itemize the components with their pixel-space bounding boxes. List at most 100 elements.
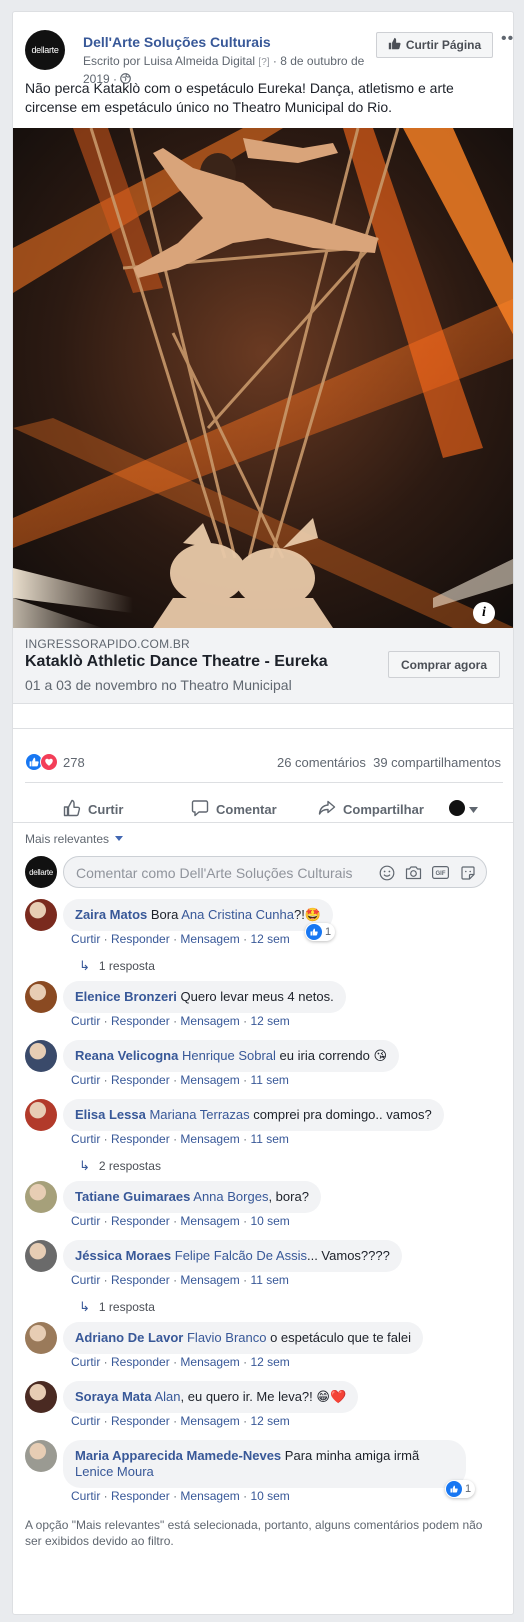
comment-time[interactable]: 10 sem [250,1489,289,1503]
comment-like-link[interactable]: Curtir [71,1014,100,1028]
comment-like-link[interactable]: Curtir [71,1073,100,1087]
comment-message-link[interactable]: Mensagem [180,1214,239,1228]
share-button[interactable]: Compartilhar [318,799,424,820]
gif-icon[interactable]: GIF [432,864,449,881]
commenter-avatar[interactable] [25,1440,57,1472]
comment-time[interactable]: 12 sem [250,1414,289,1428]
page-name-link[interactable]: Dell'Arte Soluções Culturais [83,34,271,50]
comment-time[interactable]: 12 sem [250,1355,289,1369]
comment-time[interactable]: 12 sem [250,932,289,946]
filter-dropdown[interactable]: Mais relevantes [25,832,124,846]
camera-icon[interactable] [405,864,422,881]
comment-like-link[interactable]: Curtir [71,1214,100,1228]
comment-time[interactable]: 11 sem [250,1132,288,1146]
comment-reaction-badge[interactable]: 1 [445,1480,476,1498]
link-title[interactable]: Kataklò Athletic Dance Theatre - Eureka [25,653,328,671]
emoji-icon[interactable] [378,864,395,881]
like-button[interactable]: Curtir [63,799,123,820]
comment-button[interactable]: Comentar [191,799,277,820]
commenter-avatar[interactable] [25,1322,57,1354]
caret-down-icon [112,832,124,846]
comment-reaction-badge[interactable]: 1 [305,923,336,941]
comment-reply-link[interactable]: Responder [111,1014,170,1028]
comment-reply-link[interactable]: Responder [111,1132,170,1146]
comment-tag[interactable]: Anna Borges [193,1189,268,1204]
comment-author[interactable]: Maria Apparecida Mamede-Neves [75,1448,281,1463]
comment-message-link[interactable]: Mensagem [180,1273,239,1287]
comment-message-link[interactable]: Mensagem [180,1132,239,1146]
commenter-avatar[interactable] [25,1099,57,1131]
share-icon [318,799,336,820]
author-line[interactable]: Escrito por Luisa Almeida Digital [83,54,255,68]
comment-author[interactable]: Soraya Mata [75,1389,152,1404]
comment-like-link[interactable]: Curtir [71,1273,100,1287]
post-as-selector[interactable] [449,800,478,816]
comment-author[interactable]: Reana Velicogna [75,1048,178,1063]
comment-tag[interactable]: Ana Cristina Cunha [181,907,294,922]
comment-message-link[interactable]: Mensagem [180,1014,239,1028]
commenter-avatar[interactable] [25,1240,57,1272]
comment-message-link[interactable]: Mensagem [180,1073,239,1087]
comment-reply-link[interactable]: Responder [111,1073,170,1087]
separator: · [100,1273,112,1287]
replies-link[interactable]: ↳ 2 respostas [79,1158,161,1174]
comment-message-link[interactable]: Mensagem [180,1489,239,1503]
comment-author[interactable]: Adriano De Lavor [75,1330,183,1345]
comment-like-link[interactable]: Curtir [71,1355,100,1369]
commenter-avatar[interactable] [25,1040,57,1072]
comment-reply-link[interactable]: Responder [111,1273,170,1287]
comment-tag[interactable]: Flavio Branco [187,1330,266,1345]
comment-author[interactable]: Zaira Matos [75,907,147,922]
post-stats: 26 comentários 39 compartilhamentos [277,755,501,770]
page-avatar-mini [449,800,465,816]
commenter-avatar[interactable] [25,899,57,931]
comment-tag[interactable]: Alan [155,1389,181,1404]
comment-author[interactable]: Tatiane Guimaraes [75,1189,190,1204]
comment-tag[interactable]: Mariana Terrazas [149,1107,249,1122]
commenter-avatar[interactable] [25,981,57,1013]
comment-message-link[interactable]: Mensagem [180,1355,239,1369]
comment-reply-link[interactable]: Responder [111,1489,170,1503]
comment-tag[interactable]: Felipe Falcão De Assis [175,1248,307,1263]
info-icon[interactable]: i [473,602,495,624]
comment-like-link[interactable]: Curtir [71,1132,100,1146]
post-photo[interactable]: i [13,128,513,628]
buy-now-button[interactable]: Comprar agora [388,651,500,678]
reply-arrow-icon: ↳ [79,958,90,973]
commenter-avatar[interactable] [25,1381,57,1413]
comment-reply-link[interactable]: Responder [111,1355,170,1369]
comment-time[interactable]: 12 sem [250,1014,289,1028]
comment-message-link[interactable]: Mensagem [180,932,239,946]
comment-like-link[interactable]: Curtir [71,1414,100,1428]
comment-time[interactable]: 11 sem [250,1073,288,1087]
comment-message-link[interactable]: Mensagem [180,1414,239,1428]
comment-reply-link[interactable]: Responder [111,932,170,946]
like-page-button[interactable]: Curtir Página [376,32,493,58]
comment-text: comprei pra domingo.. vamos? [253,1107,432,1122]
help-mark[interactable]: [?] [258,57,269,68]
reactions-summary[interactable]: 278 [25,753,85,771]
comment-time[interactable]: 11 sem [250,1273,288,1287]
comment-author[interactable]: Jéssica Moraes [75,1248,171,1263]
comment-time[interactable]: 10 sem [250,1214,289,1228]
comment-author[interactable]: Elenice Bronzeri [75,989,177,1004]
replies-link[interactable]: ↳ 1 resposta [79,1299,155,1315]
sticker-icon[interactable] [459,864,476,881]
shares-count[interactable]: 39 compartilhamentos [373,755,501,770]
comment-tag[interactable]: Henrique Sobral [182,1048,276,1063]
comment-like-link[interactable]: Curtir [71,932,100,946]
comment-reply-link[interactable]: Responder [111,1214,170,1228]
comment-input[interactable]: Comentar como Dell'Arte Soluções Cultura… [63,856,487,888]
separator: · [100,1073,112,1087]
comment-like-link[interactable]: Curtir [71,1489,100,1503]
comment-tag[interactable]: Lenice Moura [75,1464,154,1479]
replies-link[interactable]: ↳ 1 resposta [79,958,155,974]
comment-reply-link[interactable]: Responder [111,1414,170,1428]
page-avatar[interactable]: dellarte [25,30,65,70]
commenter-avatar[interactable] [25,1181,57,1213]
more-options-icon[interactable]: ••• [501,31,513,47]
comment-author[interactable]: Elisa Lessa [75,1107,146,1122]
comments-count[interactable]: 26 comentários [277,755,366,770]
link-preview[interactable]: INGRESSORAPIDO.COM.BR Kataklò Athletic D… [13,628,513,704]
reactions-count[interactable]: 278 [63,755,85,770]
